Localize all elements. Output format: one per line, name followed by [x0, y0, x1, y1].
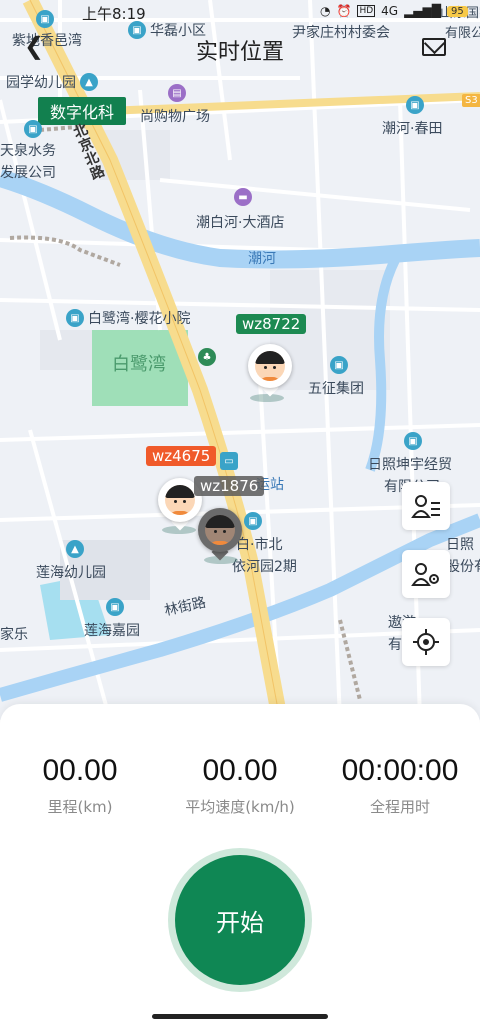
vehicle-marker-wz1876[interactable]	[198, 508, 242, 562]
poi-park-gate: ♣	[198, 348, 216, 366]
poi-kindergarten[interactable]: 园学幼儿园 ▲	[6, 72, 98, 92]
poi-label: 日照坤宇经贸	[368, 457, 452, 473]
poi-tianquan[interactable]: ▣	[24, 120, 42, 138]
poi-label: 莲海嘉园	[84, 623, 140, 639]
poi-label: 潮白河·大酒店	[196, 215, 285, 231]
stat-avg-speed: 00.00 平均速度(km/h)	[160, 754, 320, 817]
status-icons: ◔ ⏰ HD 4G ▂▄▆█ 95	[320, 4, 468, 18]
poi-label: 莲海幼儿园	[36, 565, 106, 581]
poi-label: 园学幼儿园	[6, 75, 76, 91]
building-icon: ▣	[330, 356, 348, 374]
driver-avatar	[255, 351, 285, 381]
poi-label: 家乐	[0, 627, 28, 643]
poi-label: 五征集团	[308, 381, 364, 397]
locate-icon	[413, 629, 439, 655]
battery-level: 95	[447, 5, 468, 17]
poi-yiheyuan[interactable]: ▣	[244, 512, 262, 530]
hotel-icon: ▬	[234, 188, 252, 206]
bus-icon: ▭	[220, 452, 238, 470]
building-icon: ▣	[66, 309, 84, 327]
network-label: 4G	[381, 4, 399, 18]
wifi-icon: ◔	[320, 4, 331, 18]
river-label: 潮河	[248, 251, 276, 267]
alarm-icon: ⏰	[336, 4, 352, 18]
member-list-button[interactable]	[402, 482, 450, 530]
vehicle-marker-wz8722[interactable]	[248, 344, 292, 398]
park-label: 白鹭湾	[112, 354, 166, 375]
poi-kunyu[interactable]: ▣	[404, 432, 422, 450]
page-title: 实时位置	[195, 40, 284, 65]
poi-lianhai-kindergarten[interactable]: ▲	[66, 540, 84, 558]
start-button-ring: 开始	[168, 848, 312, 992]
driver-avatar	[205, 515, 235, 545]
highway-badge: S3	[462, 94, 480, 107]
poi-hotel[interactable]: ▬	[234, 188, 252, 206]
start-button[interactable]: 开始	[175, 855, 305, 985]
vehicle-tag[interactable]: wz8722	[236, 314, 307, 334]
avg-speed-label: 平均速度(km/h)	[185, 798, 295, 816]
member-settings-button[interactable]	[402, 550, 450, 598]
status-bar: 上午8:19 ◔ ⏰ HD 4G ▂▄▆█ 95	[0, 0, 480, 26]
poi-label: 发展公司	[0, 165, 56, 181]
stat-distance: 00.00 里程(km)	[0, 754, 160, 817]
poi-bailuwan-yinghua[interactable]: ▣ 白鹭湾·樱花小院	[66, 308, 190, 328]
distance-value: 00.00	[42, 754, 118, 787]
poi-label: 股份有	[446, 559, 480, 575]
poi-bus-station[interactable]: ▭	[220, 452, 238, 470]
poi-chaohe-chuntian[interactable]: ▣	[406, 96, 424, 114]
poi-wuzheng[interactable]: ▣	[330, 356, 348, 374]
status-time: 上午8:19	[82, 5, 146, 23]
total-time-value: 00:00:00	[341, 754, 459, 787]
poi-lianhai-jiayuan[interactable]: ▣	[106, 598, 124, 616]
school-icon: ▲	[66, 540, 84, 558]
signal-icon: ▂▄▆█	[404, 4, 441, 18]
building-icon: ▣	[406, 96, 424, 114]
avg-speed-value: 00.00	[202, 754, 278, 787]
distance-label: 里程(km)	[47, 798, 113, 816]
vehicle-tag[interactable]: wz1876	[194, 476, 265, 496]
person-list-icon	[411, 495, 440, 518]
driver-avatar	[165, 485, 195, 515]
mail-icon[interactable]	[422, 38, 446, 56]
hd-icon: HD	[357, 5, 376, 17]
school-icon: ▲	[80, 73, 98, 91]
poi-label: 日照	[446, 537, 474, 553]
stat-total-time: 00:00:00 全程用时	[320, 754, 480, 817]
shopping-icon: ▤	[168, 84, 186, 102]
building-icon: ▣	[244, 512, 262, 530]
person-settings-icon	[411, 563, 439, 586]
poi-label: 白鹭湾·樱花小院	[88, 311, 191, 327]
nav-header: ❮ 实时位置	[0, 30, 480, 70]
total-time-label: 全程用时	[369, 798, 430, 816]
poi-shopping[interactable]: ▤	[168, 84, 186, 102]
poi-label: 有	[388, 637, 402, 653]
poi-label: 天泉水务	[0, 143, 56, 159]
building-icon: ▣	[106, 598, 124, 616]
poi-label: 白·市北	[236, 537, 283, 553]
vehicle-tag[interactable]: wz4675	[146, 446, 217, 466]
poi-label: 潮河·春田	[382, 121, 443, 137]
home-indicator[interactable]	[152, 1014, 328, 1019]
building-icon: ▣	[24, 120, 42, 138]
poi-label: 尚购物广场	[140, 109, 210, 125]
locate-button[interactable]	[402, 618, 450, 666]
tree-icon: ♣	[198, 348, 216, 366]
map-view[interactable]: ▣ 紫地香邑湾 ▣华磊小区 尹家庄村村委会 山东国宇 有限公 园学幼儿园▲ 数字…	[0, 0, 480, 720]
trip-panel: 00.00 里程(km) 00.00 平均速度(km/h) 00:00:00 全…	[0, 704, 480, 1027]
building-icon: ▣	[404, 432, 422, 450]
